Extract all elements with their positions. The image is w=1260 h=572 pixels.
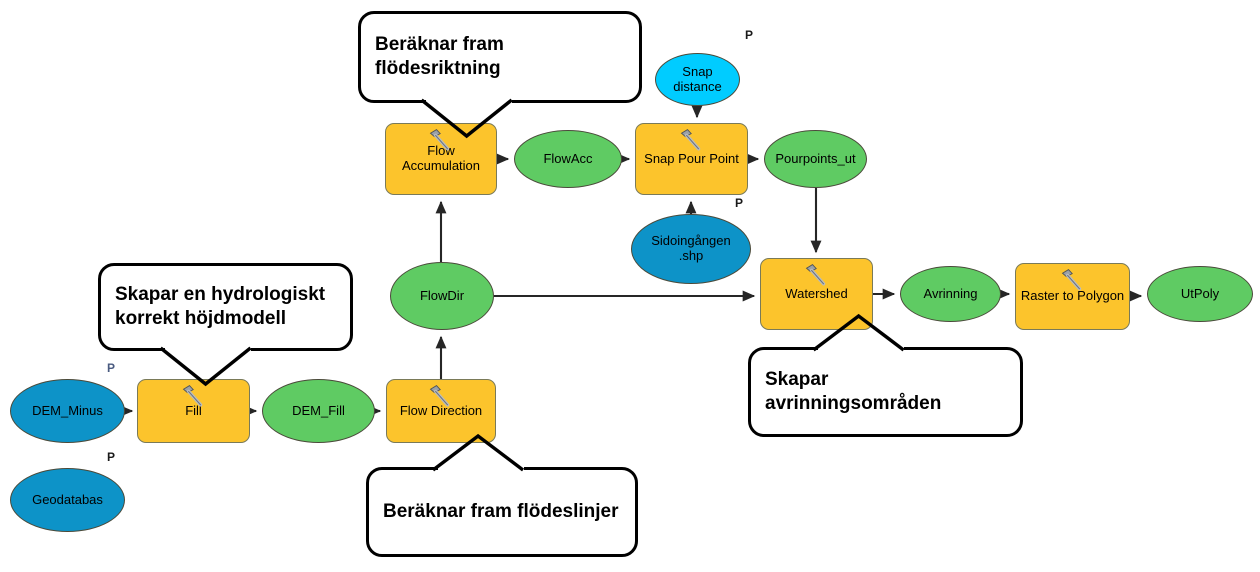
node-label: Watershed [785, 285, 848, 301]
callout-tail [159, 346, 252, 387]
parameter-marker-snap_pour_point: P [735, 196, 744, 210]
parameter-marker-geodatabas: P [107, 450, 116, 464]
node-geodatabas[interactable]: Geodatabas [10, 468, 125, 532]
node-label: FlowDir [419, 287, 465, 303]
node-dem_minus[interactable]: DEM_Minus [10, 379, 125, 443]
callout-tail [420, 98, 513, 139]
node-label: Snap Pour Point [644, 150, 739, 166]
node-label: Flow Accumulation [401, 143, 481, 173]
node-label: Sidoingången .shp [651, 233, 731, 263]
node-sidoingangen[interactable]: Sidoingången .shp [631, 214, 751, 284]
node-label: DEM_Fill [292, 402, 345, 418]
callout-tail [812, 313, 905, 352]
hammer-icon [680, 129, 700, 151]
node-snap_distance[interactable]: Snap distance [655, 53, 740, 106]
callout-text: Skapar avrinningsområden [765, 368, 942, 414]
hammer-icon [429, 385, 450, 407]
parameter-marker-snap_distance: P [745, 28, 754, 42]
callout-tail [432, 433, 525, 472]
node-pourpoints_ut[interactable]: Pourpoints_ut [764, 130, 867, 188]
callout_flow_direction: Beräknar fram flödesriktning [358, 11, 642, 139]
node-label: Fill [185, 402, 202, 418]
node-label: Raster to Polygon [1020, 288, 1125, 304]
node-label: Pourpoints_ut [775, 150, 856, 166]
node-flowdir[interactable]: FlowDir [390, 262, 494, 330]
node-label: Flow Direction [399, 402, 483, 418]
callout_fill: Skapar en hydrologiskt korrekt höjdmodel… [98, 263, 353, 387]
node-utpoly[interactable]: UtPoly [1147, 266, 1253, 322]
node-label: FlowAcc [543, 150, 593, 166]
node-label: Snap distance [673, 63, 722, 94]
hammer-icon [805, 264, 825, 286]
node-label: DEM_Minus [32, 402, 103, 418]
hammer-icon [1061, 269, 1081, 291]
callout-text: Beräknar fram flödesriktning [375, 33, 504, 79]
node-fill[interactable]: Fill [137, 379, 250, 443]
node-label: Geodatabas [32, 491, 103, 507]
node-dem_fill[interactable]: DEM_Fill [262, 379, 375, 443]
callout_flow_lines: Beräknar fram flödeslinjer [366, 433, 638, 557]
node-snap_pour_point[interactable]: Snap Pour Point [635, 123, 748, 195]
callout-text: Beräknar fram flödeslinjer [383, 500, 619, 522]
model-builder-diagram: DEM_Minus P Geodatabas P Fill DEM_Fill Flow Di… [0, 0, 1260, 572]
node-label: UtPoly [1180, 285, 1220, 301]
callout-text: Skapar en hydrologiskt korrekt höjdmodel… [115, 283, 326, 329]
node-raster_to_polygon[interactable]: Raster to Polygon [1015, 263, 1130, 330]
node-label: Avrinning [923, 285, 978, 301]
callout_watershed: Skapar avrinningsområden [748, 313, 1023, 437]
